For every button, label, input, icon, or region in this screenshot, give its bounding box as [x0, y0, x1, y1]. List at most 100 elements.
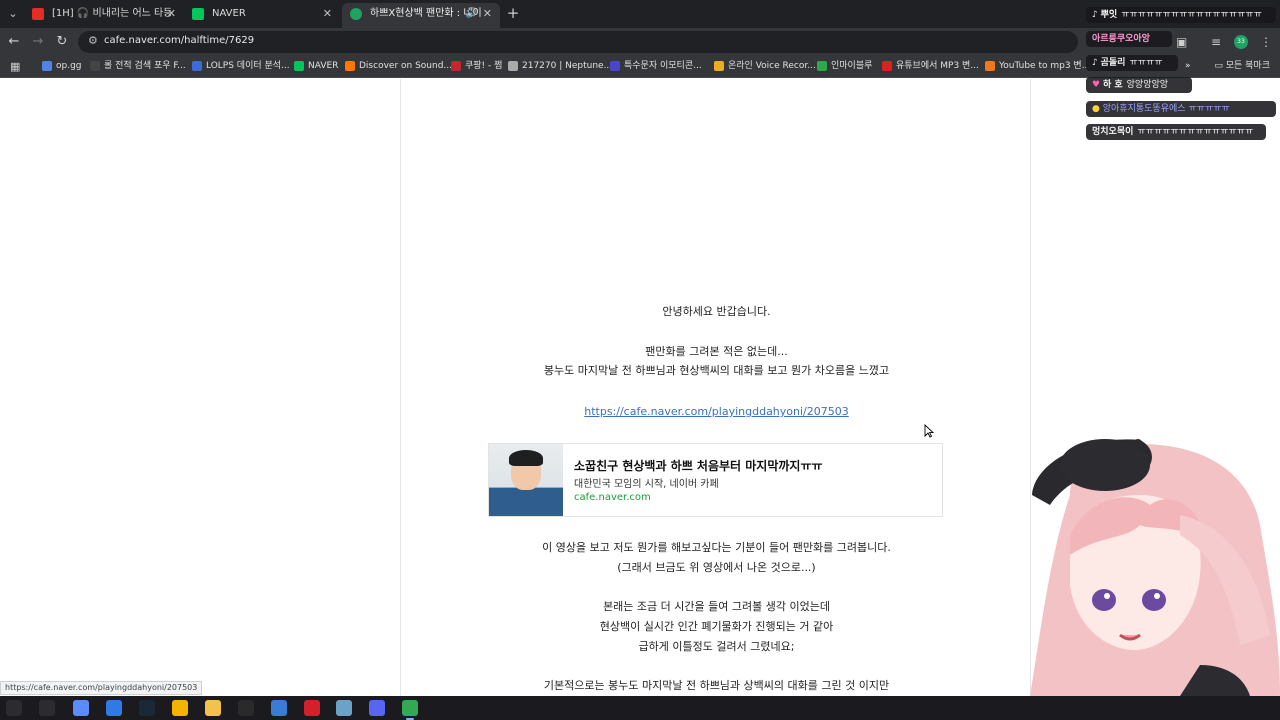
apps-grid-icon[interactable]: ▦ — [10, 60, 20, 73]
chat-message: ● 앙아휴지통도똥유에스 ㅠㅠㅠㅠㅠ — [1086, 101, 1276, 117]
app-blue-icon[interactable] — [106, 700, 122, 716]
chat-message: 아르릉쿠오아앙 — [1086, 31, 1172, 47]
bookmark-item[interactable]: Discover on Sound... — [345, 60, 452, 73]
greeting-text: 안녕하세요 반갑습니다. — [662, 305, 771, 318]
all-bookmarks-button[interactable]: ▭ 모든 북마크 — [1214, 60, 1270, 73]
tab-title: NAVER — [212, 8, 246, 19]
naver-icon — [192, 8, 204, 20]
windows-taskbar — [0, 696, 1280, 720]
copilot-icon[interactable] — [73, 700, 89, 716]
reload-button[interactable]: ↻ — [54, 34, 70, 50]
cafe-icon — [350, 8, 362, 20]
tab-title: [1H] 🎧 비내리는 어느 타등 — [52, 8, 173, 19]
bookmark-label: 쿠팡! - 쩜 — [465, 61, 503, 71]
bookmark-favicon-icon — [817, 61, 827, 71]
bookmark-item[interactable]: 온라인 Voice Recor... — [714, 60, 816, 73]
bookmark-label: 유튜브에서 MP3 변... — [896, 61, 979, 71]
article-link-row: https://cafe.naver.com/playingddahyoni/2… — [401, 402, 1032, 422]
folder-icon: ▭ — [1214, 61, 1223, 71]
bookmark-item[interactable]: 쿠팡! - 쩜 — [451, 60, 502, 73]
chat-nick: 멍치오목이 — [1092, 127, 1134, 137]
bookmark-label: LOLPS 데이터 분석... — [206, 61, 290, 71]
chat-nick: 곰돌리 — [1100, 58, 1126, 68]
chat-text: ㅠㅠㅠㅠㅠㅠㅠㅠㅠㅠㅠㅠㅠㅠㅠㅠㅠ — [1121, 10, 1262, 20]
task-view-icon[interactable] — [39, 700, 55, 716]
site-info-icon[interactable]: ⚙ — [88, 34, 98, 47]
menu-icon[interactable]: ⋮ — [1260, 34, 1272, 50]
paragraph-line: 기본적으로는 봉누도 마지막날 전 하쁘님과 상백씨의 대화를 그린 것 이지만 — [543, 679, 890, 692]
steam-icon[interactable] — [139, 700, 155, 716]
chat-message: ♥ 하 호 앙앙앙앙앙 — [1086, 77, 1192, 93]
file-explorer-icon[interactable] — [205, 700, 221, 716]
profile-avatar[interactable]: 33 — [1234, 35, 1248, 49]
bookmark-item[interactable]: 217270 | Neptune... — [508, 60, 612, 73]
chat-nick: 하 호 — [1102, 80, 1123, 90]
epic-games-icon[interactable] — [238, 700, 254, 716]
discord-icon[interactable] — [369, 700, 385, 716]
bookmark-item[interactable]: 유튜브에서 MP3 변... — [882, 60, 979, 73]
preview-domain: cafe.naver.com — [574, 492, 651, 503]
preview-thumbnail — [489, 444, 563, 516]
bookmark-label: 온라인 Voice Recor... — [728, 61, 816, 71]
music-note-icon: ♪ — [1092, 58, 1098, 68]
bookmark-label: NAVER — [308, 61, 339, 71]
chrome-icon[interactable] — [172, 700, 188, 716]
mouse-cursor-icon — [924, 424, 934, 438]
status-bar-url: https://cafe.naver.com/playingddahyoni/2… — [0, 681, 203, 695]
article-link[interactable]: https://cafe.naver.com/playingddahyoni/2… — [584, 405, 849, 418]
forward-button[interactable]: → — [30, 34, 46, 50]
music-note-icon: ♪ — [1092, 10, 1098, 20]
bookmark-item[interactable]: NAVER — [294, 60, 338, 73]
heart-icon: ♥ — [1092, 80, 1101, 90]
all-bookmarks-label: 모든 북마크 — [1225, 61, 1270, 71]
paragraph-line: 이 영상을 보고 저도 뭔가를 해보고싶다는 기분이 들어 팬만화를 그려봅니다… — [542, 541, 891, 554]
link-preview-card[interactable]: 소꿉친구 현상백과 하쁘 처음부터 마지막까지ㅠㅠ 대한민국 모임의 시작, 네… — [488, 443, 943, 517]
tab-search-icon[interactable]: ⌄ — [4, 5, 22, 23]
bookmark-favicon-icon — [42, 61, 52, 71]
vegas-icon[interactable] — [336, 700, 352, 716]
bookmark-item[interactable]: LOLPS 데이터 분석... — [192, 60, 290, 73]
bookmark-item[interactable]: 롤 전적 검색 포우 F... — [90, 60, 186, 73]
extensions-icon[interactable]: ▣ — [1176, 34, 1187, 50]
bookmark-item[interactable]: op.gg — [42, 60, 82, 73]
close-icon[interactable]: ✕ — [483, 3, 492, 24]
bookmark-favicon-icon — [294, 61, 304, 71]
back-button[interactable]: ← — [6, 34, 22, 50]
media-controls-icon[interactable]: ≡ — [1211, 34, 1221, 50]
bookmark-favicon-icon — [985, 61, 995, 71]
bookmark-favicon-icon — [882, 61, 892, 71]
bookmark-item[interactable]: 특수문자 이모티콘... — [610, 60, 702, 73]
close-icon[interactable]: ✕ — [167, 3, 176, 24]
chat-text: ㅠㅠㅠㅠㅠㅠㅠㅠㅠㅠㅠㅠㅠㅠ — [1137, 127, 1254, 137]
address-bar[interactable]: ⚙ cafe.naver.com/halftime/7629 — [78, 31, 1078, 53]
tab-cafe-active[interactable]: 하쁘X현상백 팬만화 : 네이 🔊 ✕ — [342, 3, 500, 28]
bookmark-label: 특수문자 이모티콘... — [624, 61, 702, 71]
tab-naver[interactable]: NAVER ✕ — [184, 3, 340, 28]
preview-description: 대한민국 모임의 시작, 네이버 카페 — [574, 479, 719, 490]
paragraph-line: 급하게 이틀정도 걸려서 그렸네요; — [638, 640, 795, 653]
bookmark-label: 인마이블루 — [831, 61, 873, 71]
close-icon[interactable]: ✕ — [323, 3, 332, 24]
paragraph-line: (그래서 브금도 위 영상에서 나온 것으로...) — [617, 561, 816, 574]
audio-playing-icon[interactable]: 🔊 — [466, 3, 478, 24]
chat-message: ♪ 곰돌리 ㅠㅠㅠㅠ — [1086, 55, 1178, 71]
bookmark-item[interactable]: YouTube to mp3 변... — [985, 60, 1090, 73]
bookmark-label: YouTube to mp3 변... — [999, 61, 1091, 71]
tab-youtube[interactable]: [1H] 🎧 비내리는 어느 타등 ✕ — [24, 3, 184, 28]
bookmark-favicon-icon — [90, 61, 100, 71]
more-bookmarks-icon[interactable]: » — [1185, 60, 1191, 73]
chat-nick: 뿌잇 — [1100, 10, 1118, 20]
chat-text: ㅠㅠㅠㅠ — [1129, 58, 1163, 68]
bookmark-label: op.gg — [56, 61, 82, 71]
bookmark-label: 롤 전적 검색 포우 F... — [104, 61, 186, 71]
start-icon[interactable] — [6, 700, 22, 716]
bookmark-favicon-icon — [714, 61, 724, 71]
bookmark-favicon-icon — [192, 61, 202, 71]
chrome-active-icon[interactable] — [402, 700, 418, 720]
chat-text: 앙앙앙앙앙 — [1126, 80, 1169, 90]
app-window-icon[interactable] — [271, 700, 287, 716]
opera-icon[interactable] — [304, 700, 320, 716]
new-tab-button[interactable]: + — [505, 5, 521, 21]
emoji-icon: ● — [1092, 104, 1100, 114]
bookmark-item[interactable]: 인마이블루 — [817, 60, 872, 73]
